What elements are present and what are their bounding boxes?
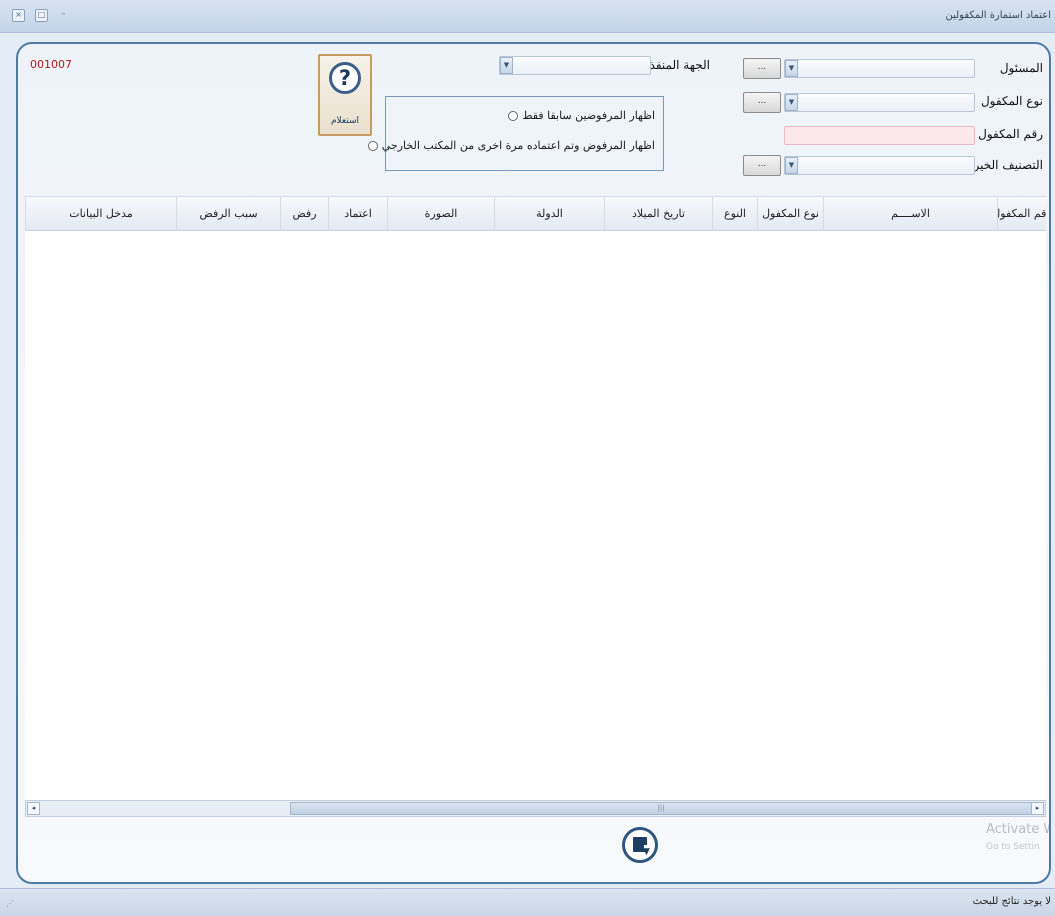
charity-category-select[interactable]: ▼ <box>784 156 975 175</box>
option-previously-rejected[interactable]: اظهار المرفوضين سابقا فقط <box>508 109 655 122</box>
record-code: 001007 <box>30 58 72 71</box>
option-label: اظهار المرفوض وتم اعتماده مرة اخرى من ال… <box>381 139 655 152</box>
sponsored-number-input[interactable] <box>784 126 975 145</box>
column-header[interactable]: سبب الرفض <box>176 197 280 230</box>
column-header[interactable]: الاســــم <box>823 197 997 230</box>
grid-header: رقم المكفول الاســــم نوع المكفول النوع … <box>25 196 1046 231</box>
executing-party-select[interactable]: ▼ <box>499 56 651 75</box>
sponsor-browse-button[interactable]: ... <box>743 58 781 79</box>
option-label: اظهار المرفوضين سابقا فقط <box>522 109 655 122</box>
close-window-button[interactable]: × <box>12 9 25 22</box>
column-header[interactable]: مدخل البيانات <box>25 197 176 230</box>
sponsored-type-select[interactable]: ▼ <box>784 93 975 112</box>
column-header[interactable]: الصورة <box>387 197 494 230</box>
title-bar: × □ – اعتماد استمارة المكفولين <box>0 0 1055 33</box>
executing-party-label: الجهة المنفذة <box>643 58 710 72</box>
option-rejected-reapproved[interactable]: اظهار المرفوض وتم اعتماده مرة اخرى من ال… <box>367 139 655 152</box>
radio-button[interactable] <box>367 140 378 151</box>
window-title: اعتماد استمارة المكفولين <box>945 10 1051 21</box>
sponsor-label: المسئول <box>999 61 1043 75</box>
save-button[interactable]: ▼ <box>622 827 658 863</box>
main-panel: 001007 المسئول نوع المكفول رقم المكفول ا… <box>16 42 1051 884</box>
window-controls: × □ – <box>12 9 69 22</box>
column-header[interactable]: رقم المكفول <box>997 197 1046 230</box>
maximize-window-button[interactable]: □ <box>35 9 48 22</box>
status-bar: ⋰ لا يوجد نتائج للبحث <box>0 888 1055 916</box>
chevron-down-icon[interactable]: ▼ <box>500 57 513 74</box>
column-header[interactable]: رفض <box>280 197 328 230</box>
results-grid: رقم المكفول الاســــم نوع المكفول النوع … <box>25 196 1046 816</box>
column-header[interactable]: الدولة <box>494 197 604 230</box>
column-header[interactable]: تاريخ الميلاد <box>604 197 712 230</box>
filter-options-group: اظهار المرفوضين سابقا فقط اظهار المرفوض … <box>367 96 664 171</box>
inquire-button[interactable]: ? استعلام <box>318 54 372 136</box>
inquire-label: استعلام <box>330 116 360 126</box>
chevron-down-icon[interactable]: ▼ <box>785 94 798 111</box>
column-header[interactable]: نوع المكفول <box>757 197 823 230</box>
activation-watermark-subtitle: Go to Settin <box>986 842 1040 852</box>
category-browse-button[interactable]: ... <box>743 155 781 176</box>
number-label: رقم المكفول <box>978 127 1043 141</box>
arrow-down-icon: ▼ <box>643 847 650 857</box>
resize-grip-icon[interactable]: ⋰ <box>6 899 14 908</box>
type-browse-button[interactable]: ... <box>743 92 781 113</box>
column-header[interactable]: اعتماد <box>328 197 387 230</box>
type-label: نوع المكفول <box>980 94 1043 108</box>
chevron-down-icon[interactable]: ▼ <box>785 157 798 174</box>
scroll-right-button[interactable]: ▸ <box>1031 802 1044 815</box>
column-header[interactable]: النوع <box>712 197 757 230</box>
horizontal-scrollbar[interactable]: ◂ ||| ▸ <box>25 800 1046 817</box>
radio-button[interactable] <box>508 110 519 121</box>
minimize-window-button[interactable]: – <box>58 9 69 20</box>
status-text: لا يوجد نتائج للبحث <box>972 896 1051 907</box>
scrollbar-thumb[interactable]: ||| <box>290 802 1032 815</box>
sponsor-select[interactable]: ▼ <box>784 59 975 78</box>
chevron-down-icon[interactable]: ▼ <box>785 60 798 77</box>
activation-watermark: Activate W <box>986 822 1051 837</box>
scroll-left-button[interactable]: ◂ <box>27 802 40 815</box>
question-icon: ? <box>329 62 361 94</box>
category-label: التصنيف الخيري <box>964 158 1043 172</box>
